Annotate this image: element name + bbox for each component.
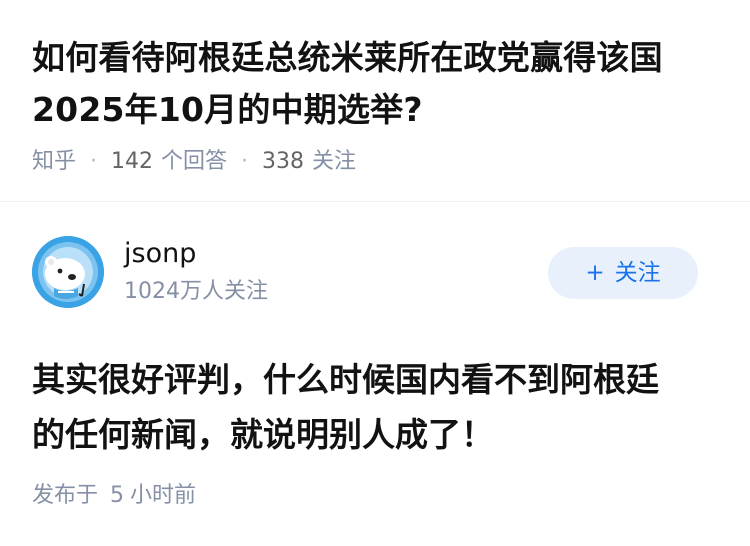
follow-button-label: 关注 [614, 260, 661, 286]
follow-button[interactable]: + 关注 [548, 247, 698, 299]
question-meta: 知乎 · 142 个回答 · 338 关注 [32, 146, 722, 178]
author-row: jsonp 1024万人关注 + 关注 [32, 234, 718, 312]
followers-count: 338 [262, 149, 305, 174]
author-followers: 1024万人关注 [124, 279, 268, 304]
answer-timestamp: 发布于 5 小时前 [32, 480, 196, 512]
source-label[interactable]: 知乎 [32, 146, 76, 178]
plus-icon: + [585, 260, 605, 286]
question-header: 如何看待阿根廷总统米莱所在政党赢得该国 2025年10月的中期选举? 知乎 · … [32, 32, 722, 178]
polar-bear-avatar-icon [32, 236, 104, 308]
avatar[interactable] [32, 236, 104, 308]
section-divider [0, 201, 750, 202]
answer-page: 如何看待阿根廷总统米莱所在政党赢得该国 2025年10月的中期选举? 知乎 · … [0, 0, 750, 546]
published-label: 发布于 [32, 483, 99, 508]
question-title[interactable]: 如何看待阿根廷总统米莱所在政党赢得该国 2025年10月的中期选举? [32, 32, 722, 136]
published-unit: 小时前 [130, 483, 197, 508]
answer-text[interactable]: 其实很好评判，什么时候国内看不到阿根廷 的任何新闻，就说明别人成了！ [32, 352, 722, 462]
separator-dot: · [90, 149, 98, 174]
published-num: 5 [110, 483, 125, 508]
answers-count: 142 [111, 149, 154, 174]
answers-label[interactable]: 个回答 [161, 146, 227, 178]
followers-label: 关注 [312, 149, 357, 174]
author-name[interactable]: jsonp [124, 236, 196, 272]
separator-dot: · [241, 149, 249, 174]
